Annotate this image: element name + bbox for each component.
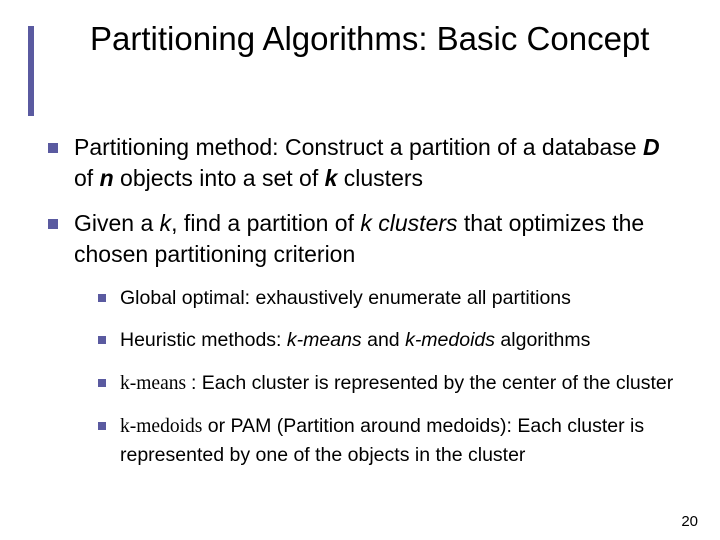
bullet-list: Partitioning method: Construct a partiti… [28, 132, 692, 470]
var-n: n [100, 165, 114, 191]
sub-bullet-list: Global optimal: exhaustively enumerate a… [74, 284, 682, 469]
text: Partitioning method: Construct a partiti… [74, 134, 643, 160]
term-k-medoids: k-medoids [405, 329, 495, 351]
page-number: 20 [681, 513, 698, 530]
title-accent-bar [28, 26, 34, 116]
var-D: D [643, 134, 660, 160]
term-k-means: k-means [287, 329, 362, 351]
text: and [362, 329, 405, 351]
title-block: Partitioning Algorithms: Basic Concept [28, 18, 692, 116]
sub-bullet-item: k-medoids or PAM (Partition around medoi… [92, 412, 682, 470]
term-k-means: k-means [120, 373, 191, 394]
text: Given a [74, 210, 160, 236]
text: Heuristic methods: [120, 329, 287, 351]
text: algorithms [495, 329, 590, 351]
term-k-clusters: k clusters [360, 210, 464, 236]
text: Global optimal: exhaustively enumerate a… [120, 287, 571, 309]
term-k-medoids: k-medoids [120, 416, 202, 437]
sub-bullet-item: Heuristic methods: k-means and k-medoids… [92, 326, 682, 354]
var-k: k [160, 210, 172, 236]
bullet-item: Given a k, find a partition of k cluster… [42, 208, 682, 469]
sub-bullet-item: k-means : Each cluster is represented by… [92, 369, 682, 398]
bullet-item: Partitioning method: Construct a partiti… [42, 132, 682, 194]
slide: Partitioning Algorithms: Basic Concept P… [0, 0, 720, 540]
text: , find a partition of [171, 210, 360, 236]
slide-body: Partitioning method: Construct a partiti… [28, 116, 692, 470]
var-k: k [325, 165, 338, 191]
text: : Each cluster is represented by the cen… [191, 372, 673, 394]
text: clusters [337, 165, 423, 191]
text: of [74, 165, 100, 191]
text: objects into a set of [114, 165, 325, 191]
sub-bullet-item: Global optimal: exhaustively enumerate a… [92, 284, 682, 312]
slide-title: Partitioning Algorithms: Basic Concept [50, 18, 649, 59]
